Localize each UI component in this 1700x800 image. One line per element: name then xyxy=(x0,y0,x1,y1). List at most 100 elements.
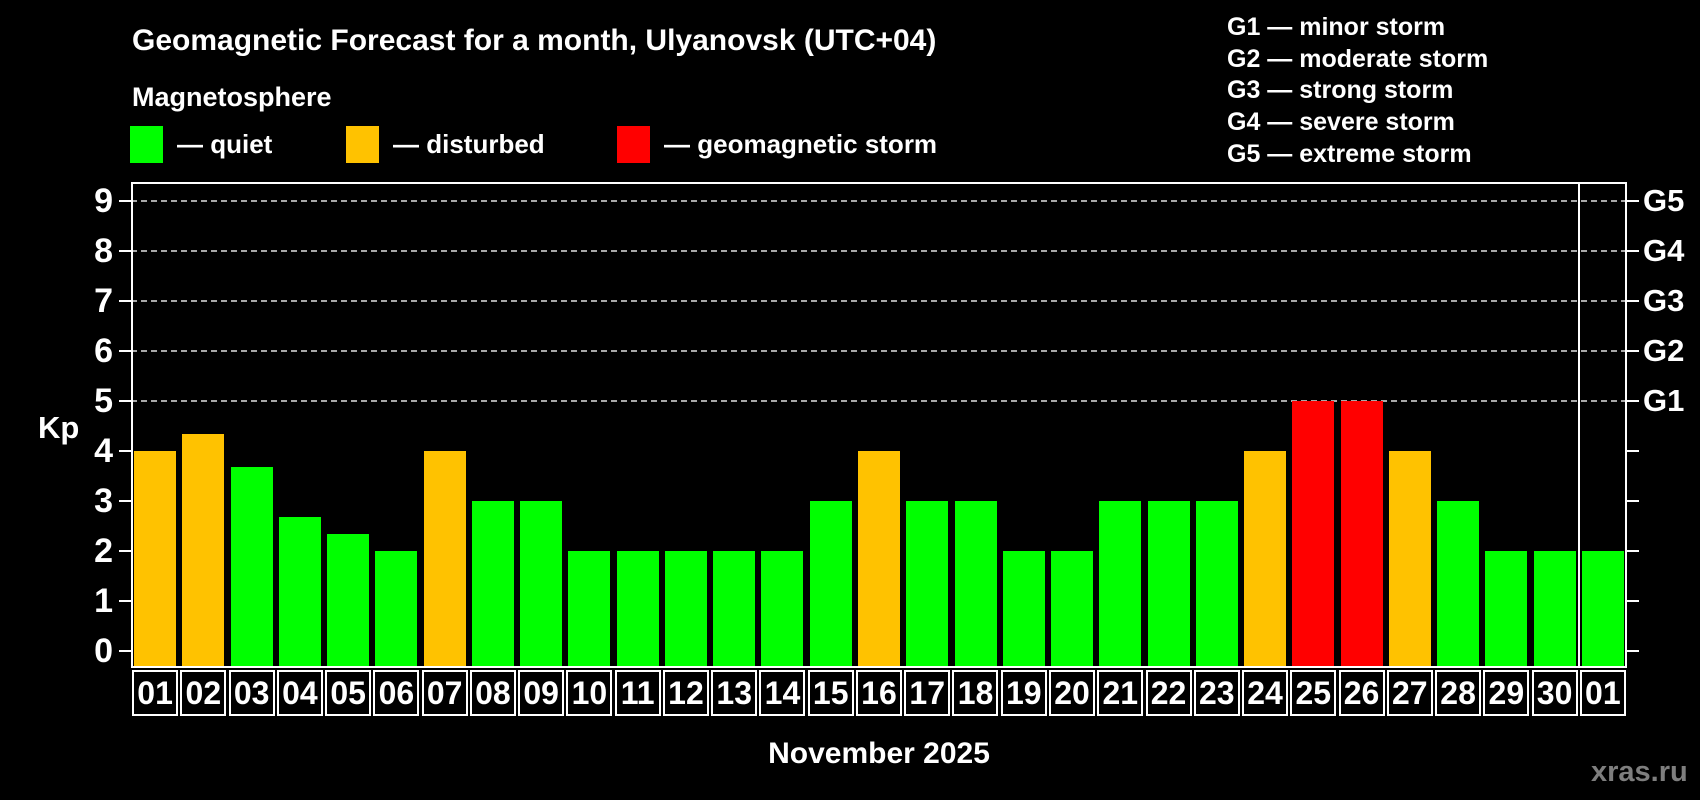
day-label-02: 02 xyxy=(180,670,227,716)
day-label-30: 30 xyxy=(1531,670,1578,716)
g-mark-G1: G1 xyxy=(1643,382,1685,418)
y-tick-label-3: 3 xyxy=(94,481,113,520)
day-label-28: 28 xyxy=(1435,670,1482,716)
kp-bar-18 xyxy=(954,500,997,668)
kp-bar-09 xyxy=(520,500,563,668)
gridline-kp7 xyxy=(131,299,1627,302)
kp-bar-05 xyxy=(327,534,370,668)
day-label-06: 06 xyxy=(373,670,420,716)
day-label-18: 18 xyxy=(952,670,999,716)
gridline-kp5 xyxy=(131,399,1627,402)
kp-bar-21 xyxy=(1099,500,1142,668)
kp-bar-29 xyxy=(1485,550,1528,668)
g-mark-G3: G3 xyxy=(1643,282,1685,318)
kp-bar-06 xyxy=(375,550,418,668)
day-label-29: 29 xyxy=(1483,670,1530,716)
y-tick-label-8: 8 xyxy=(94,231,113,270)
day-label-20: 20 xyxy=(1049,670,1095,716)
day-label-07: 07 xyxy=(421,670,468,716)
day-label-01: 01 xyxy=(132,670,179,716)
right-tick-4 xyxy=(1627,449,1639,452)
kp-bar-20 xyxy=(1051,550,1094,668)
gridline-kp6 xyxy=(131,349,1627,352)
kp-bar-01 xyxy=(134,450,177,668)
storm-scale-line-1: G1 — minor storm xyxy=(1227,13,1446,41)
storm-scale-line-5: G5 — extreme storm xyxy=(1227,139,1472,168)
g-mark-G4: G4 xyxy=(1643,232,1685,268)
chart-title: Geomagnetic Forecast for a month, Ulyano… xyxy=(132,24,937,57)
left-tick-7 xyxy=(119,299,131,302)
day-label-04: 04 xyxy=(276,670,323,716)
kp-bar-30 xyxy=(1533,550,1576,668)
kp-bar-08 xyxy=(471,500,514,668)
day-label-16: 16 xyxy=(855,670,902,716)
kp-bar-17 xyxy=(906,500,949,668)
kp-bar-27 xyxy=(1388,450,1431,668)
left-tick-9 xyxy=(119,199,131,202)
right-tick-6 xyxy=(1627,349,1639,352)
kp-bar-04 xyxy=(278,517,321,668)
day-label-14: 14 xyxy=(759,670,806,716)
right-tick-0 xyxy=(1627,649,1639,652)
kp-bar-13 xyxy=(713,550,756,668)
left-tick-3 xyxy=(119,499,131,502)
day-label-19: 19 xyxy=(1000,670,1047,716)
day-label-12: 12 xyxy=(662,670,709,716)
storm-scale-line-2: G2 — moderate storm xyxy=(1227,44,1489,73)
gridline-kp9 xyxy=(131,199,1627,202)
day-label-09: 09 xyxy=(518,670,565,716)
kp-bar-23 xyxy=(1195,500,1238,668)
kp-bar-14 xyxy=(761,550,804,668)
kp-bar-11 xyxy=(616,550,659,668)
day-label-03: 03 xyxy=(228,670,275,716)
legend-label-quiet: — quiet xyxy=(177,129,273,159)
kp-bar-03 xyxy=(230,467,273,668)
y-tick-label-2: 2 xyxy=(94,531,113,570)
storm-scale-line-3: G3 — strong storm xyxy=(1227,76,1454,105)
day-label-15: 15 xyxy=(807,670,854,716)
storm-scale-line-4: G4 — severe storm xyxy=(1227,108,1455,137)
legend-label-disturbed: — disturbed xyxy=(393,129,545,159)
kp-bar-16 xyxy=(858,450,900,668)
day-label-26: 26 xyxy=(1338,670,1385,716)
kp-bar-25 xyxy=(1292,400,1335,668)
kp-bar-10 xyxy=(568,550,611,668)
right-tick-9 xyxy=(1627,199,1639,202)
storm-scale-legend: G1 — minor storm G2 — moderate storm G3 — … xyxy=(1227,12,1488,171)
chart-subtitle: Magnetosphere xyxy=(132,82,332,112)
y-tick-label-6: 6 xyxy=(94,331,113,370)
day-label-22: 22 xyxy=(1145,670,1192,716)
right-tick-1 xyxy=(1627,599,1639,602)
kp-bar-26 xyxy=(1340,400,1383,668)
day-label-01-next: 01 xyxy=(1579,670,1626,716)
day-label-21: 21 xyxy=(1097,670,1144,716)
left-tick-8 xyxy=(119,249,131,252)
right-tick-5 xyxy=(1627,399,1639,402)
kp-bar-19 xyxy=(1002,550,1045,668)
quiet-swatch-icon xyxy=(130,126,163,163)
day-label-08: 08 xyxy=(469,670,516,716)
y-tick-label-0: 0 xyxy=(94,631,113,670)
day-label-05: 05 xyxy=(325,670,372,716)
left-tick-6 xyxy=(119,349,131,352)
watermark: xras.ru xyxy=(1591,756,1688,788)
right-tick-3 xyxy=(1627,499,1639,502)
disturbed-swatch-icon xyxy=(346,126,379,163)
kp-bar-12 xyxy=(664,550,707,668)
y-tick-label-5: 5 xyxy=(94,381,113,420)
kp-bar-24 xyxy=(1244,450,1287,668)
y-tick-label-7: 7 xyxy=(94,281,113,320)
month-separator xyxy=(1577,182,1581,668)
storm-swatch-icon xyxy=(617,126,650,163)
y-tick-label-9: 9 xyxy=(94,181,113,220)
g-mark-G5: G5 xyxy=(1643,182,1685,218)
left-tick-1 xyxy=(119,599,131,602)
kp-bar-22 xyxy=(1147,500,1190,668)
day-label-25: 25 xyxy=(1290,670,1337,716)
left-tick-4 xyxy=(119,449,131,452)
day-label-24: 24 xyxy=(1242,670,1289,716)
day-label-17: 17 xyxy=(904,670,951,716)
kp-bar-15 xyxy=(809,500,852,668)
right-tick-2 xyxy=(1627,549,1639,552)
y-tick-label-1: 1 xyxy=(94,581,113,620)
